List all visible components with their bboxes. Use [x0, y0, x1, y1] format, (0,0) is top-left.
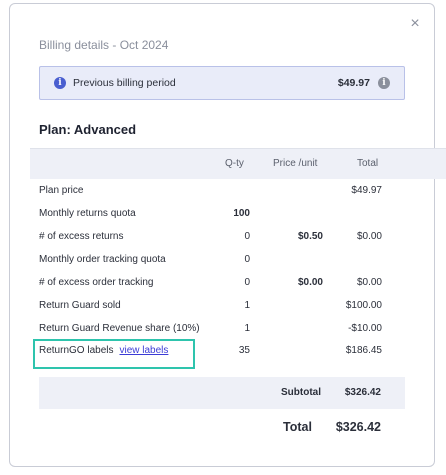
- table-row: ReturnGO labels view labels 35 $186.45: [10, 345, 436, 365]
- column-total: Total: [357, 158, 379, 169]
- row-total: $186.45: [345, 345, 382, 356]
- plan-title: Plan: Advanced: [39, 122, 137, 137]
- modal-title: Billing details - Oct 2024: [39, 38, 169, 52]
- total-value: $326.42: [335, 420, 381, 434]
- row-name: # of excess returns: [39, 231, 124, 242]
- table-header: Q-ty Price /unit Total: [30, 148, 446, 179]
- row-qty: 0: [244, 277, 250, 288]
- billing-details-modal: × Billing details - Oct 2024 i Previous …: [9, 3, 446, 467]
- notice-amount: $49.97: [337, 77, 370, 89]
- close-icon[interactable]: ×: [406, 15, 424, 33]
- column-price: Price /unit: [273, 158, 318, 169]
- row-total: $100.00: [345, 300, 382, 311]
- subtotal-row: Subtotal $326.42: [39, 377, 405, 409]
- row-qty: 0: [244, 254, 250, 265]
- row-total: $0.00: [356, 231, 382, 242]
- row-price: $0.00: [297, 277, 323, 288]
- info-icon[interactable]: i: [378, 77, 390, 89]
- column-qty: Q-ty: [225, 158, 244, 169]
- row-name: Monthly returns quota: [39, 208, 136, 219]
- row-price: $0.50: [297, 231, 323, 242]
- row-total: -$10.00: [348, 323, 382, 334]
- row-qty: 35: [238, 345, 250, 356]
- table-row: Return Guard sold 1 $100.00: [10, 300, 436, 320]
- notice-label: Previous billing period: [73, 77, 176, 89]
- table-row: # of excess returns 0 $0.50 $0.00: [10, 231, 436, 251]
- table-row: # of excess order tracking 0 $0.00 $0.00: [10, 277, 436, 297]
- row-name: Monthly order tracking quota: [39, 254, 166, 265]
- row-qty: 1: [244, 300, 250, 311]
- table-row: Plan price $49.97: [10, 185, 436, 205]
- row-name: Return Guard Revenue share (10%): [39, 323, 200, 334]
- total-label: Total: [283, 420, 312, 434]
- row-name: Plan price: [39, 185, 84, 196]
- row-total: $0.00: [356, 277, 382, 288]
- subtotal-value: $326.42: [344, 387, 381, 398]
- row-name: ReturnGO labels: [39, 345, 114, 356]
- row-qty: 1: [244, 323, 250, 334]
- table-row: Monthly order tracking quota 0: [10, 254, 436, 274]
- row-total: $49.97: [351, 185, 382, 196]
- row-qty: 100: [233, 208, 250, 219]
- row-name-wrap: ReturnGO labels view labels: [39, 345, 168, 356]
- row-qty: 0: [244, 231, 250, 242]
- table-row: Monthly returns quota 100: [10, 208, 436, 228]
- previous-billing-notice: i Previous billing period $49.97 i: [39, 66, 405, 100]
- row-name: Return Guard sold: [39, 300, 121, 311]
- row-name: # of excess order tracking: [39, 277, 154, 288]
- subtotal-label: Subtotal: [281, 387, 321, 398]
- view-labels-link[interactable]: view labels: [119, 345, 168, 356]
- info-icon: i: [54, 77, 66, 89]
